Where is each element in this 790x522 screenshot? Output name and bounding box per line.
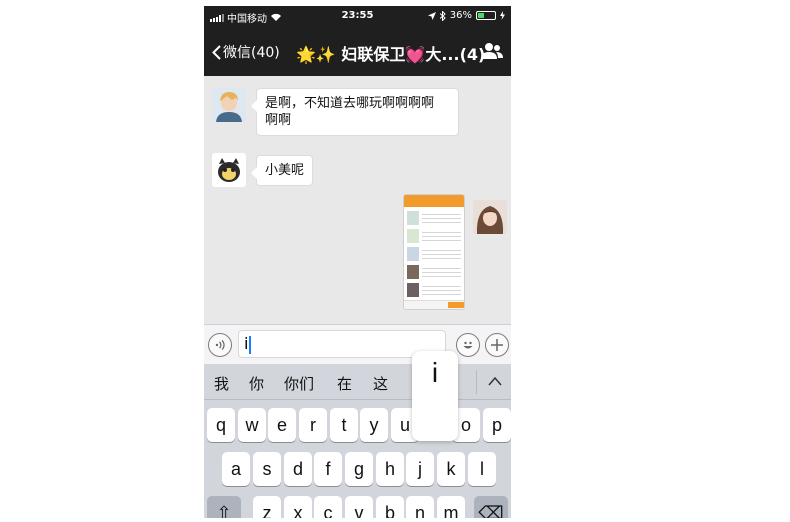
key-k[interactable]: k bbox=[437, 452, 465, 486]
shared-image-thumbnail[interactable] bbox=[403, 194, 465, 310]
key-l[interactable]: l bbox=[468, 452, 496, 486]
thumbnail-row bbox=[407, 265, 461, 279]
message-bubble-1[interactable]: 是啊，不知道去哪玩啊啊啊啊 啊啊 bbox=[251, 88, 459, 136]
candidate-item[interactable]: 我 bbox=[214, 373, 229, 394]
key-w[interactable]: w bbox=[238, 408, 266, 442]
bluetooth-icon bbox=[439, 10, 446, 21]
candidate-divider bbox=[476, 370, 477, 394]
girl-avatar[interactable] bbox=[473, 200, 507, 234]
phone-screen: 中国移动 23:55 36% 微信(40) 🌟✨ 妇联保卫💓大...(4) 是啊… bbox=[204, 6, 511, 518]
key-y[interactable]: y bbox=[360, 408, 388, 442]
key-t[interactable]: t bbox=[330, 408, 358, 442]
voice-button[interactable] bbox=[208, 333, 232, 357]
voice-icon bbox=[215, 340, 225, 350]
key-preview-letter: i bbox=[431, 357, 439, 388]
key-s[interactable]: s bbox=[253, 452, 281, 486]
key-d[interactable]: d bbox=[284, 452, 312, 486]
boy-avatar[interactable] bbox=[212, 88, 246, 122]
group-members-icon[interactable] bbox=[481, 41, 503, 61]
back-button-label: 微信(40) bbox=[223, 45, 280, 61]
candidate-item[interactable]: 你们 bbox=[284, 373, 314, 394]
battery-icon bbox=[476, 11, 496, 20]
thumbnail-row bbox=[407, 283, 461, 297]
key-j[interactable]: j bbox=[406, 452, 434, 486]
emoji-icon bbox=[463, 341, 473, 349]
chevron-left-icon bbox=[212, 44, 221, 60]
candidate-item[interactable]: 在 bbox=[337, 373, 352, 394]
shift-key[interactable]: ⇧ bbox=[207, 496, 241, 518]
key-p[interactable]: p bbox=[483, 408, 511, 442]
key-q[interactable]: q bbox=[207, 408, 235, 442]
status-right-group: 36% bbox=[427, 10, 505, 21]
key-v[interactable]: v bbox=[345, 496, 373, 518]
keyboard: q w e r t y u o p a s d f g h j k l ⇧ z … bbox=[204, 400, 511, 518]
cat-avatar[interactable] bbox=[212, 153, 246, 187]
delete-key[interactable]: ⌫ bbox=[474, 496, 508, 518]
message-input-value: i bbox=[244, 334, 249, 353]
key-a[interactable]: a bbox=[222, 452, 250, 486]
key-preview-popup: i bbox=[412, 351, 458, 441]
location-arrow-icon bbox=[427, 11, 436, 20]
key-e[interactable]: e bbox=[268, 408, 296, 442]
thumbnail-row bbox=[407, 247, 461, 261]
back-button[interactable]: 微信(40) bbox=[212, 42, 280, 62]
plus-icon bbox=[491, 339, 503, 351]
expand-candidates-icon[interactable] bbox=[488, 372, 502, 392]
thumbnail-row bbox=[407, 229, 461, 243]
key-b[interactable]: b bbox=[376, 496, 404, 518]
battery-level-fill bbox=[478, 13, 484, 18]
candidate-item[interactable]: 这 bbox=[373, 373, 388, 394]
battery-percent: 36% bbox=[449, 10, 472, 21]
thumbnail-footer bbox=[404, 300, 464, 309]
key-g[interactable]: g bbox=[345, 452, 373, 486]
key-z[interactable]: z bbox=[253, 496, 281, 518]
more-button[interactable] bbox=[485, 333, 509, 357]
key-x[interactable]: x bbox=[284, 496, 312, 518]
candidate-bar: 我 你 你们 在 这 bbox=[204, 364, 511, 400]
key-r[interactable]: r bbox=[299, 408, 327, 442]
key-h[interactable]: h bbox=[376, 452, 404, 486]
candidate-item[interactable]: 你 bbox=[249, 373, 264, 394]
status-bar: 中国移动 23:55 36% bbox=[204, 6, 511, 26]
key-n[interactable]: n bbox=[406, 496, 434, 518]
input-bar: i bbox=[204, 324, 511, 364]
chat-title: 🌟✨ 妇联保卫💓大...(4) bbox=[296, 45, 486, 64]
nav-bar: 微信(40) 🌟✨ 妇联保卫💓大...(4) bbox=[204, 26, 511, 76]
charging-icon bbox=[500, 11, 505, 20]
emoji-button[interactable] bbox=[456, 333, 480, 357]
thumbnail-header bbox=[404, 195, 464, 207]
text-caret bbox=[249, 335, 252, 354]
message-bubble-2[interactable]: 小美呢 bbox=[250, 155, 314, 186]
key-m[interactable]: m bbox=[437, 496, 465, 518]
thumbnail-row bbox=[407, 211, 461, 225]
chat-area: 是啊，不知道去哪玩啊啊啊啊 啊啊 小美呢 bbox=[204, 76, 511, 324]
key-c[interactable]: c bbox=[314, 496, 342, 518]
key-f[interactable]: f bbox=[314, 452, 342, 486]
